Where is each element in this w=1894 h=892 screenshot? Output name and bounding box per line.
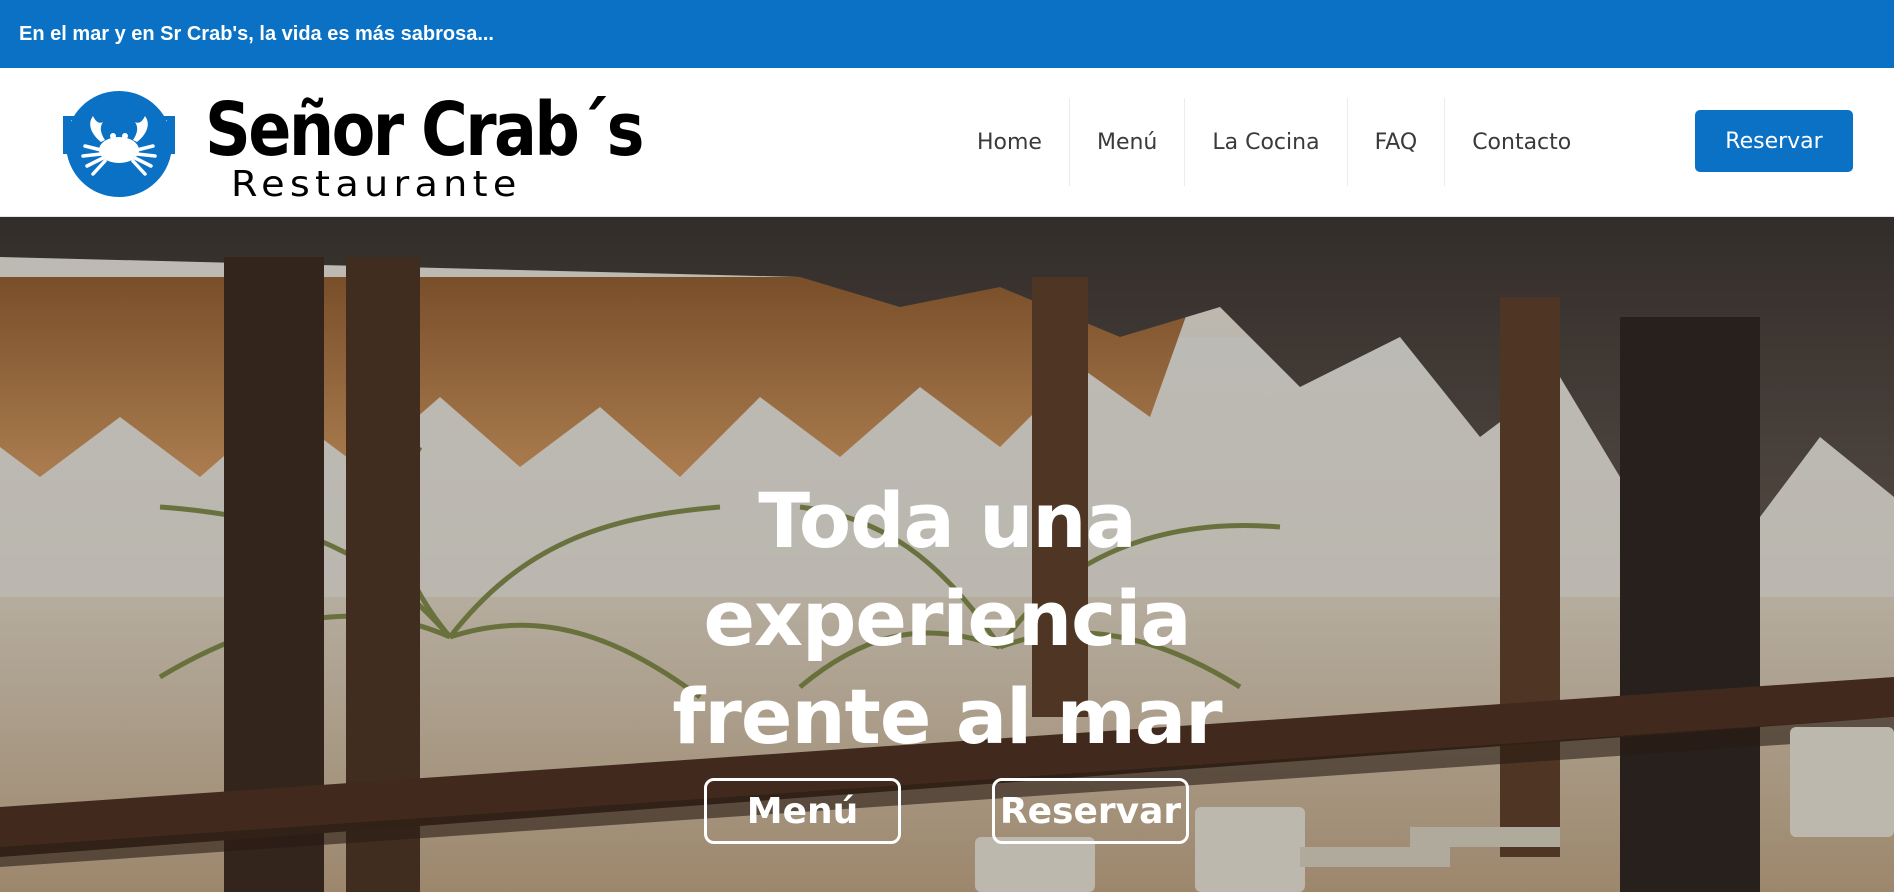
hero-reserve-button[interactable]: Reservar — [992, 778, 1189, 844]
main-nav: Home Menú La Cocina FAQ Contacto — [950, 98, 1598, 186]
nav-item-la-cocina[interactable]: La Cocina — [1185, 98, 1348, 186]
reserve-button[interactable]: Reservar — [1695, 110, 1853, 172]
hero-title-line: experiencia — [703, 574, 1191, 663]
nav-item-contacto[interactable]: Contacto — [1445, 98, 1598, 186]
site-logo[interactable]: Señor Crab´s Restaurante — [55, 86, 644, 205]
nav-item-menu[interactable]: Menú — [1070, 98, 1186, 186]
hero-title-line: frente al mar — [672, 672, 1222, 761]
logo-subtitle: Restaurante — [231, 164, 522, 205]
crab-icon — [63, 91, 175, 197]
announcement-bar: En el mar y en Sr Crab's, la vida es más… — [0, 0, 1894, 68]
nav-item-home[interactable]: Home — [950, 98, 1070, 186]
logo-name: Señor Crab´s — [205, 87, 644, 173]
hero-title-line: Toda una — [758, 476, 1137, 565]
nav-item-faq[interactable]: FAQ — [1348, 98, 1446, 186]
site-header: Señor Crab´s Restaurante Home Menú La Co… — [0, 68, 1894, 217]
announcement-text: En el mar y en Sr Crab's, la vida es más… — [19, 22, 494, 45]
hero-section: Toda una experiencia frente al mar Menú … — [0, 217, 1894, 892]
hero-title: Toda una experiencia frente al mar — [647, 472, 1247, 766]
hero-menu-button[interactable]: Menú — [704, 778, 901, 844]
